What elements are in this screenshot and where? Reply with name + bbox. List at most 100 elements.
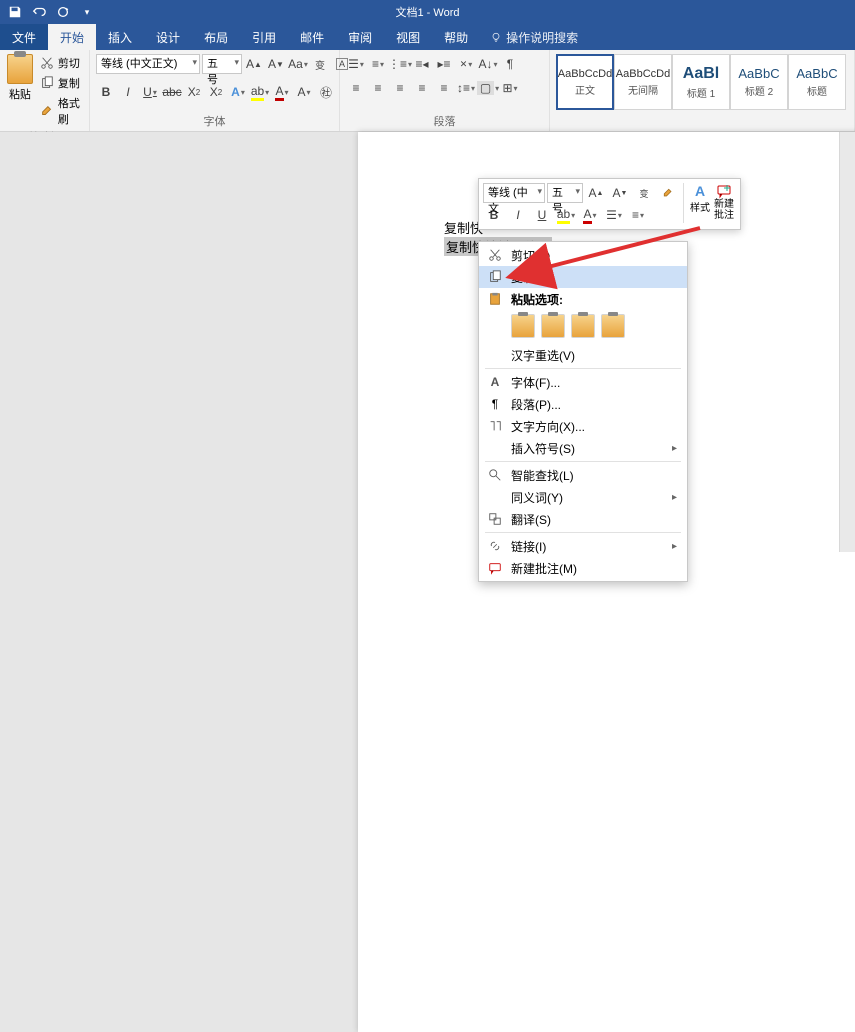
font-size-select[interactable]: 五号 [202,54,242,74]
save-icon[interactable] [8,5,22,19]
justify-button[interactable]: ≡ [412,78,432,98]
underline-button[interactable]: U [140,82,160,102]
cut-button[interactable]: 剪切 [38,54,83,72]
ctx-insert-symbol[interactable]: 插入符号(S) ▸ [479,437,687,459]
decrease-indent-button[interactable]: ≡◂ [412,54,432,74]
mini-shrink-font[interactable]: A▼ [609,183,631,203]
ctx-synonyms[interactable]: 同义词(Y) ▸ [479,486,687,508]
ctx-ime-reconvert[interactable]: 汉字重选(V) [479,344,687,366]
ctx-translate-label: 翻译(S) [511,511,551,528]
char-shading-button[interactable]: A [294,82,314,102]
style-card-2[interactable]: AaBl标题 1 [672,54,730,110]
text-effects-button[interactable]: A [228,82,248,102]
tab-design[interactable]: 设计 [144,24,192,50]
align-right-button[interactable]: ≡ [390,78,410,98]
distribute-button[interactable]: ≡ [434,78,454,98]
borders-button[interactable]: ⊞ [500,78,520,98]
ctx-cut[interactable]: 剪切(T) [479,244,687,266]
tab-help[interactable]: 帮助 [432,24,480,50]
ctx-text-direction-label: 文字方向(X)... [511,418,585,435]
increase-indent-button[interactable]: ▸≡ [434,54,454,74]
ctx-copy[interactable]: 复制(C) [479,266,687,288]
mini-font-color[interactable]: A [579,205,601,225]
line-spacing-button[interactable]: ↕≡ [456,78,476,98]
undo-icon[interactable] [32,5,46,19]
ctx-paragraph[interactable]: ¶ 段落(P)... [479,393,687,415]
bullets-button[interactable]: ☰ [346,54,366,74]
show-marks-button[interactable]: ¶ [500,54,520,74]
ctx-paste-options [479,310,687,344]
shading-button[interactable]: ▢ [478,78,498,98]
ctx-font[interactable]: A 字体(F)... [479,371,687,393]
multilevel-button[interactable]: ⋮≡ [390,54,410,74]
tell-me-label: 操作说明搜索 [506,29,578,46]
paste-picture[interactable] [571,314,595,338]
tab-home[interactable]: 开始 [48,24,96,50]
paste-merge[interactable] [541,314,565,338]
phonetic-guide-button[interactable]: 变 [310,54,330,74]
shrink-font-button[interactable]: A▼ [266,54,286,74]
chevron-right-icon: ▸ [672,443,677,454]
asian-layout-button[interactable]: ✕ [456,54,476,74]
paste-text-only[interactable] [601,314,625,338]
style-card-1[interactable]: AaBbCcDd无间隔 [614,54,672,110]
font-color-button[interactable]: A [272,82,292,102]
window-title: 文档1 - Word [396,4,460,20]
italic-button[interactable]: I [118,82,138,102]
tab-mailings[interactable]: 邮件 [288,24,336,50]
font-name-select[interactable]: 等线 (中文正文) [96,54,200,74]
ctx-new-comment[interactable]: 新建批注(M) [479,557,687,579]
mini-styles-button[interactable]: A 样式 [688,183,712,225]
ctx-text-direction[interactable]: 文字方向(X)... [479,415,687,437]
mini-underline[interactable]: U [531,205,553,225]
style-name: 正文 [575,82,595,97]
bold-button[interactable]: B [96,82,116,102]
group-font-label: 字体 [96,112,333,129]
qat-more-icon[interactable]: ▾ [80,5,94,19]
vertical-scrollbar[interactable] [839,132,855,552]
copy-button[interactable]: 复制 [38,74,83,92]
style-card-0[interactable]: AaBbCcDd正文 [556,54,614,110]
mini-format-painter[interactable] [657,183,679,203]
grow-font-button[interactable]: A▲ [244,54,264,74]
highlight-button[interactable]: ab [250,82,270,102]
style-card-4[interactable]: AaBbC标题 [788,54,846,110]
paste-keep-source[interactable] [511,314,535,338]
separator [485,461,681,462]
align-center-button[interactable]: ≡ [368,78,388,98]
tab-file[interactable]: 文件 [0,24,48,50]
tab-layout[interactable]: 布局 [192,24,240,50]
format-painter-button[interactable]: 格式刷 [38,94,83,128]
change-case-button[interactable]: Aa [288,54,308,74]
tell-me-search[interactable]: 操作说明搜索 [480,24,588,50]
numbering-button[interactable]: ≡ [368,54,388,74]
mini-font-select[interactable]: 等线 (中文 [483,183,545,203]
mini-size-select[interactable]: 五号 [547,183,583,203]
redo-icon[interactable] [56,5,70,19]
group-paragraph-label: 段落 [346,112,543,129]
sort-button[interactable]: A↓ [478,54,498,74]
tab-view[interactable]: 视图 [384,24,432,50]
tab-review[interactable]: 审阅 [336,24,384,50]
context-menu: 剪切(T) 复制(C) 粘贴选项: 汉字重选(V) A 字体(F)... ¶ 段… [478,241,688,582]
comment-icon [716,183,732,199]
tab-insert[interactable]: 插入 [96,24,144,50]
subscript-button[interactable]: X2 [184,82,204,102]
paste-button[interactable]: 粘贴 [6,54,34,102]
strikethrough-button[interactable]: abc [162,82,182,102]
translate-icon [487,511,503,527]
mini-numbering[interactable]: ≡ [627,205,649,225]
tab-references[interactable]: 引用 [240,24,288,50]
copy-icon [487,269,503,285]
style-card-3[interactable]: AaBbC标题 2 [730,54,788,110]
enclose-char-button[interactable]: ㊓ [316,82,336,102]
ctx-translate[interactable]: 翻译(S) [479,508,687,530]
ctx-link[interactable]: 链接(I) ▸ [479,535,687,557]
ctx-smart-lookup[interactable]: 智能查找(L) [479,464,687,486]
mini-grow-font[interactable]: A▲ [585,183,607,203]
mini-italic[interactable]: I [507,205,529,225]
mini-phonetic[interactable]: 变 [633,183,655,203]
align-left-button[interactable]: ≡ [346,78,366,98]
mini-bullets[interactable]: ☰ [603,205,625,225]
mini-new-comment-button[interactable]: 新建 批注 [712,183,736,225]
